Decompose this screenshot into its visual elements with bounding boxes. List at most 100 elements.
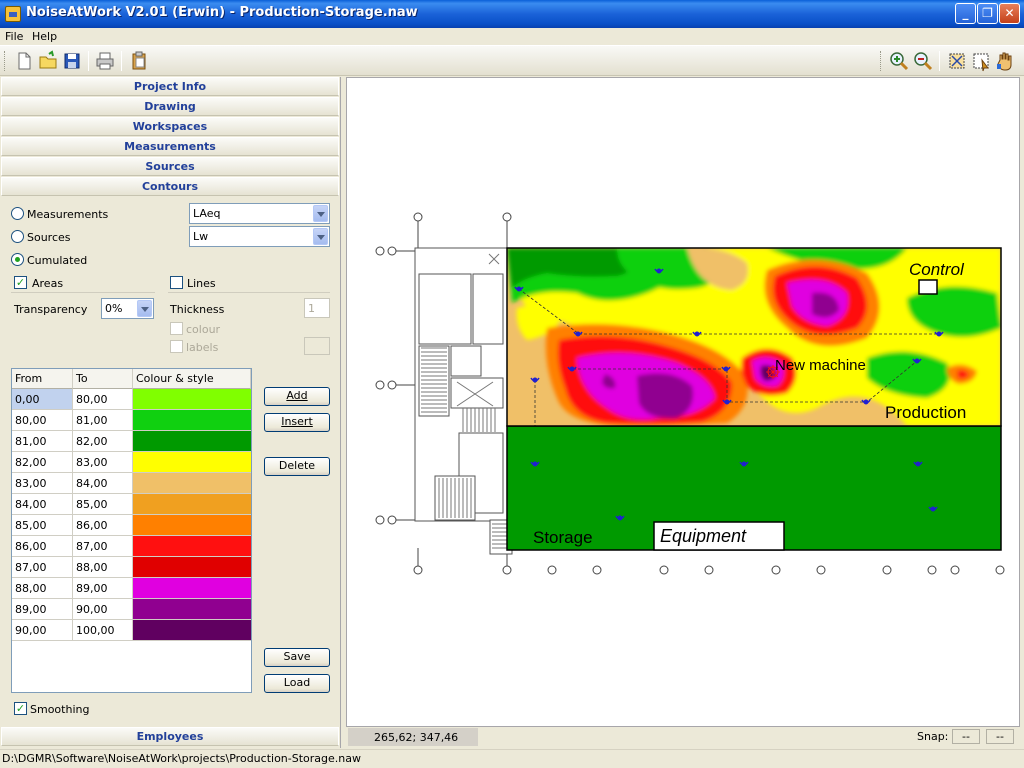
lines-label: Lines [187, 277, 216, 290]
clipboard-icon[interactable] [128, 50, 150, 72]
grid-cell-from[interactable]: 80,00 [12, 410, 73, 431]
thickness-input[interactable]: 1 [304, 298, 330, 318]
contour-classes-grid[interactable]: From To Colour & style 0,00 80,00 80,00 81,… [11, 368, 252, 693]
grid-cell-colour-swatch[interactable] [133, 473, 251, 494]
grid-cell-colour-swatch[interactable] [133, 494, 251, 515]
zoom-out-icon[interactable] [912, 50, 934, 72]
open-folder-icon[interactable] [37, 50, 59, 72]
grid-cell-colour-swatch[interactable] [133, 557, 251, 578]
zoom-in-icon[interactable] [888, 50, 910, 72]
save-contours-button[interactable]: Save [264, 648, 330, 667]
grid-cell-from[interactable]: 86,00 [12, 536, 73, 557]
maximize-button[interactable]: ❐ [977, 3, 998, 24]
grid-cell-to[interactable]: 80,00 [73, 389, 133, 410]
section-sources[interactable]: Sources [1, 157, 339, 176]
snap-y-value[interactable]: -- [986, 729, 1014, 744]
insert-button[interactable]: Insert [264, 413, 330, 432]
grid-cell-colour-swatch[interactable] [133, 620, 251, 641]
toolbar-grip[interactable] [4, 51, 7, 71]
new-file-icon[interactable] [13, 50, 35, 72]
grid-cell-to[interactable]: 86,00 [73, 515, 133, 536]
equipment-label: Equipment [660, 526, 747, 546]
measurements-quantity-select[interactable]: LAeq [189, 203, 330, 224]
transparency-label: Transparency [14, 303, 88, 316]
section-employees[interactable]: Employees [1, 727, 339, 746]
grid-cell-from[interactable]: 88,00 [12, 578, 73, 599]
section-drawing[interactable]: Drawing [1, 97, 339, 116]
grid-cell-from[interactable]: 81,00 [12, 431, 73, 452]
areas-checkbox[interactable]: ✓ [14, 276, 27, 289]
toolbar-separator [88, 51, 89, 71]
pan-icon[interactable] [994, 50, 1016, 72]
grid-cell-from[interactable]: 84,00 [12, 494, 73, 515]
grid-cell-from[interactable]: 82,00 [12, 452, 73, 473]
grid-cell-colour-swatch[interactable] [133, 599, 251, 620]
toolbar-separator [939, 51, 940, 71]
section-contours[interactable]: Contours [1, 177, 339, 196]
grid-cell-to[interactable]: 84,00 [73, 473, 133, 494]
section-measurements[interactable]: Measurements [1, 137, 339, 156]
grid-cell-colour-swatch[interactable] [133, 431, 251, 452]
toolbar-grip[interactable] [880, 51, 883, 71]
floorplan-svg[interactable]: Control New machine Production Storage E… [347, 78, 1019, 726]
section-workspaces[interactable]: Workspaces [1, 117, 339, 136]
grid-cell-colour-swatch[interactable] [133, 410, 251, 431]
areas-label: Areas [32, 277, 64, 290]
grid-cell-to[interactable]: 88,00 [73, 557, 133, 578]
print-icon[interactable] [94, 50, 116, 72]
delete-button[interactable]: Delete [264, 457, 330, 476]
chevron-down-icon[interactable] [137, 300, 152, 317]
colour-checkbox[interactable] [170, 322, 183, 335]
grid-cell-to[interactable]: 90,00 [73, 599, 133, 620]
grid-cell-colour-swatch[interactable] [133, 452, 251, 473]
grid-cell-to[interactable]: 87,00 [73, 536, 133, 557]
grid-cell-to[interactable]: 100,00 [73, 620, 133, 641]
load-contours-button[interactable]: Load [264, 674, 330, 693]
grid-cell-from[interactable]: 87,00 [12, 557, 73, 578]
measurements-radio[interactable] [11, 207, 24, 220]
menu-file[interactable]: File [5, 30, 23, 43]
smoothing-label: Smoothing [30, 703, 90, 716]
control-room[interactable] [918, 279, 938, 295]
grid-cell-from[interactable]: 83,00 [12, 473, 73, 494]
menu-help[interactable]: Help [32, 30, 57, 43]
close-button[interactable]: ✕ [999, 3, 1020, 24]
fit-view-icon[interactable] [946, 50, 968, 72]
grid-cell-to[interactable]: 81,00 [73, 410, 133, 431]
grid-cell-colour-swatch[interactable] [133, 515, 251, 536]
grid-header-to[interactable]: To [73, 369, 133, 389]
lines-checkbox[interactable] [170, 276, 183, 289]
labels-label: labels [186, 341, 219, 354]
add-button[interactable]: Add [264, 387, 330, 406]
drawing-canvas[interactable]: Control New machine Production Storage E… [346, 77, 1020, 727]
smoothing-checkbox[interactable]: ✓ [14, 702, 27, 715]
add-button-label: Add [286, 389, 308, 402]
minimize-button[interactable]: _ [955, 3, 976, 24]
grid-cell-from[interactable]: 85,00 [12, 515, 73, 536]
grid-cell-from[interactable]: 0,00 [12, 389, 73, 410]
snap-x-value[interactable]: -- [952, 729, 980, 744]
chevron-down-icon[interactable] [313, 205, 328, 222]
chevron-down-icon[interactable] [313, 228, 328, 245]
line-colour-swatch-button[interactable] [304, 337, 330, 355]
grid-cell-to[interactable]: 82,00 [73, 431, 133, 452]
grid-cell-to[interactable]: 85,00 [73, 494, 133, 515]
select-area-icon[interactable] [970, 50, 992, 72]
cumulated-radio[interactable] [11, 253, 24, 266]
save-icon[interactable] [61, 50, 83, 72]
grid-header-colour[interactable]: Colour & style [133, 369, 251, 389]
sources-quantity-value: Lw [193, 230, 209, 243]
grid-cell-from[interactable]: 89,00 [12, 599, 73, 620]
grid-cell-colour-swatch[interactable] [133, 578, 251, 599]
grid-header-from[interactable]: From [12, 369, 73, 389]
grid-cell-colour-swatch[interactable] [133, 389, 251, 410]
sources-radio[interactable] [11, 230, 24, 243]
grid-cell-from[interactable]: 90,00 [12, 620, 73, 641]
sources-quantity-select[interactable]: Lw [189, 226, 330, 247]
grid-cell-to[interactable]: 89,00 [73, 578, 133, 599]
grid-cell-colour-swatch[interactable] [133, 536, 251, 557]
section-project-info[interactable]: Project Info [1, 77, 339, 96]
labels-checkbox[interactable] [170, 340, 183, 353]
transparency-select[interactable]: 0% [101, 298, 154, 319]
grid-cell-to[interactable]: 83,00 [73, 452, 133, 473]
